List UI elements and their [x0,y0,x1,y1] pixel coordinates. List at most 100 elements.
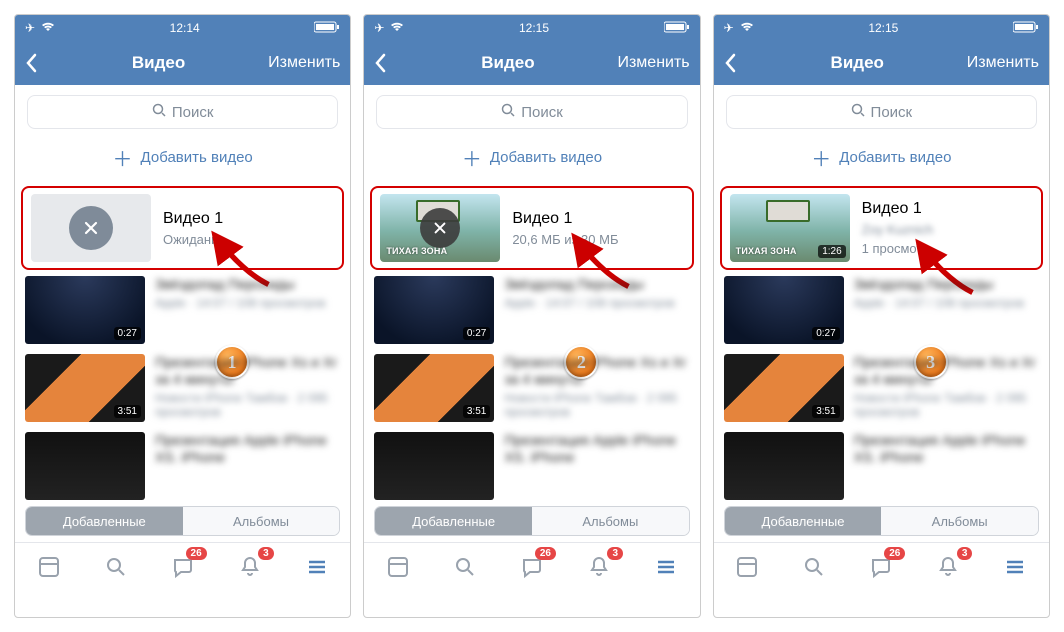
search-placeholder: Поиск [871,104,913,121]
airplane-icon: ✈ [374,21,384,35]
list-item[interactable]: 0:27Звёздопад ПерсеидыApple · 14:07 / 10… [724,276,1039,344]
video-list: 0:27Звёздопад ПерсеидыApple · 14:07 / 10… [364,270,699,506]
upload-thumbnail: ТИХАЯ ЗОНА [380,194,500,262]
back-button[interactable] [374,53,398,73]
tab-notifications[interactable]: 3 [930,549,966,585]
thumbnail-caption: ТИХАЯ ЗОНА [736,246,797,256]
segment-added[interactable]: Добавленные [26,507,183,535]
plus-icon: ＋ [113,143,133,172]
add-video-button[interactable]: ＋Добавить видео [364,133,699,186]
airplane-icon: ✈ [724,21,734,35]
add-video-label: Добавить видео [490,149,602,166]
nav-bar: Видео Изменить [714,41,1049,85]
duration-badge: 3:51 [114,405,141,418]
edit-button[interactable]: Изменить [617,54,689,72]
search-input[interactable]: Поиск [27,95,338,129]
badge-messages: 26 [535,547,556,560]
tab-feed[interactable] [31,549,67,585]
badge-notifications: 3 [957,547,973,560]
video-thumbnail: ТИХАЯ ЗОНА 1:26 [730,194,850,262]
segment-albums[interactable]: Альбомы [532,507,689,535]
edit-button[interactable]: Изменить [268,54,340,72]
tab-bar: 26 3 [15,542,350,590]
battery-icon [1013,21,1039,36]
status-time: 12:15 [519,21,549,35]
add-video-label: Добавить видео [141,149,253,166]
upload-row[interactable]: Видео 1 Ожидание... [21,186,344,270]
tab-menu[interactable] [648,549,684,585]
cancel-upload-button[interactable] [69,206,113,250]
video-thumbnail: 0:27 [374,276,494,344]
search-input[interactable]: Поиск [726,95,1037,129]
tab-messages[interactable]: 26 [514,549,550,585]
status-bar: ✈ 12:14 [15,15,350,41]
upload-title: Видео 1 [512,210,618,228]
search-placeholder: Поиск [172,104,214,121]
video-thumbnail: 3:51 [25,354,145,422]
segment-added[interactable]: Добавленные [725,507,882,535]
add-video-label: Добавить видео [839,149,951,166]
list-item[interactable]: 0:27Звёздопад ПерсеидыApple · 14:07 / 10… [374,276,689,344]
list-item[interactable]: Презентация Apple iPhone XS. iPhone [25,432,340,500]
edit-button[interactable]: Изменить [967,54,1039,72]
phone-screen-2: ✈ 12:15 Видео Изменить Поиск ＋Добавить в… [363,14,700,618]
video-list: 0:27Звёздопад ПерсеидыApple · 14:07 / 10… [714,270,1049,506]
search-input[interactable]: Поиск [376,95,687,129]
duration-badge: 0:27 [114,327,141,340]
tab-menu[interactable] [997,549,1033,585]
video-list: 0:27 Звёздопад ПерсеидыApple · 14:07 / 1… [15,270,350,506]
list-item[interactable]: Презентация Apple iPhone XS. iPhone [374,432,689,500]
add-video-button[interactable]: ＋ Добавить видео [15,133,350,186]
upload-status: Ожидание... [163,232,236,247]
duration-badge: 1:26 [818,245,845,258]
tab-messages[interactable]: 26 [863,549,899,585]
tab-notifications[interactable]: 3 [581,549,617,585]
status-time: 12:14 [170,21,200,35]
list-item[interactable]: 3:51 Презентация iPhone Xs и Xr за 4 мин… [25,354,340,422]
phone-screen-3: ✈ 12:15 Видео Изменить Поиск ＋Добавить в… [713,14,1050,618]
status-time: 12:15 [868,21,898,35]
badge-messages: 26 [186,547,207,560]
wifi-icon [41,21,55,35]
status-bar: ✈ 12:15 [364,15,699,41]
list-item[interactable]: 0:27 Звёздопад ПерсеидыApple · 14:07 / 1… [25,276,340,344]
badge-notifications: 3 [607,547,623,560]
tab-feed[interactable] [380,549,416,585]
battery-icon [664,21,690,36]
segment-albums[interactable]: Альбомы [183,507,340,535]
page-title: Видео [481,53,534,73]
segment-control[interactable]: ДобавленныеАльбомы [374,506,689,536]
list-item[interactable]: 3:51Презентация iPhone Xs и Xr за 4 мину… [374,354,689,422]
nav-bar: Видео Изменить [15,41,350,85]
segment-control[interactable]: Добавленные Альбомы [25,506,340,536]
tab-search[interactable] [98,549,134,585]
page-title: Видео [831,53,884,73]
back-button[interactable] [724,53,748,73]
segment-added[interactable]: Добавленные [375,507,532,535]
video-title: Видео 1 [862,200,934,218]
segment-albums[interactable]: Альбомы [881,507,1038,535]
tab-feed[interactable] [729,549,765,585]
upload-thumbnail-placeholder [31,194,151,262]
duration-badge: 0:27 [812,327,839,340]
tab-bar: 26 3 [714,542,1049,590]
cancel-upload-button[interactable] [420,208,460,248]
upload-row[interactable]: ТИХАЯ ЗОНА Видео 1 20,6 МБ из 30 МБ [370,186,693,270]
tab-search[interactable] [447,549,483,585]
segment-control[interactable]: ДобавленныеАльбомы [724,506,1039,536]
nav-bar: Видео Изменить [364,41,699,85]
wifi-icon [740,21,754,35]
video-author: Zoy Kuznich [862,222,934,237]
list-item[interactable]: 3:51Презентация iPhone Xs и Xr за 4 мину… [724,354,1039,422]
video-thumbnail: 0:27 [724,276,844,344]
badge-messages: 26 [884,547,905,560]
video-row[interactable]: ТИХАЯ ЗОНА 1:26 Видео 1 Zoy Kuznich 1 пр… [720,186,1043,270]
tab-search[interactable] [796,549,832,585]
tab-notifications[interactable]: 3 [232,549,268,585]
back-button[interactable] [25,53,49,73]
add-video-button[interactable]: ＋Добавить видео [714,133,1049,186]
status-bar: ✈ 12:15 [714,15,1049,41]
tab-messages[interactable]: 26 [165,549,201,585]
list-item[interactable]: Презентация Apple iPhone XS. iPhone [724,432,1039,500]
tab-menu[interactable] [299,549,335,585]
